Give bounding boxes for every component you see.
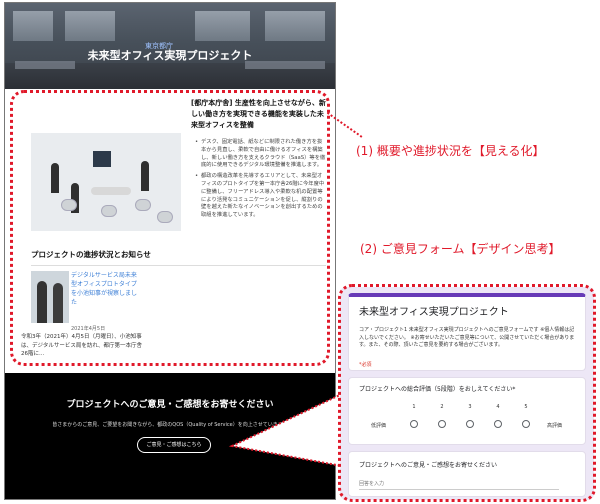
- highlight-form: [338, 284, 596, 502]
